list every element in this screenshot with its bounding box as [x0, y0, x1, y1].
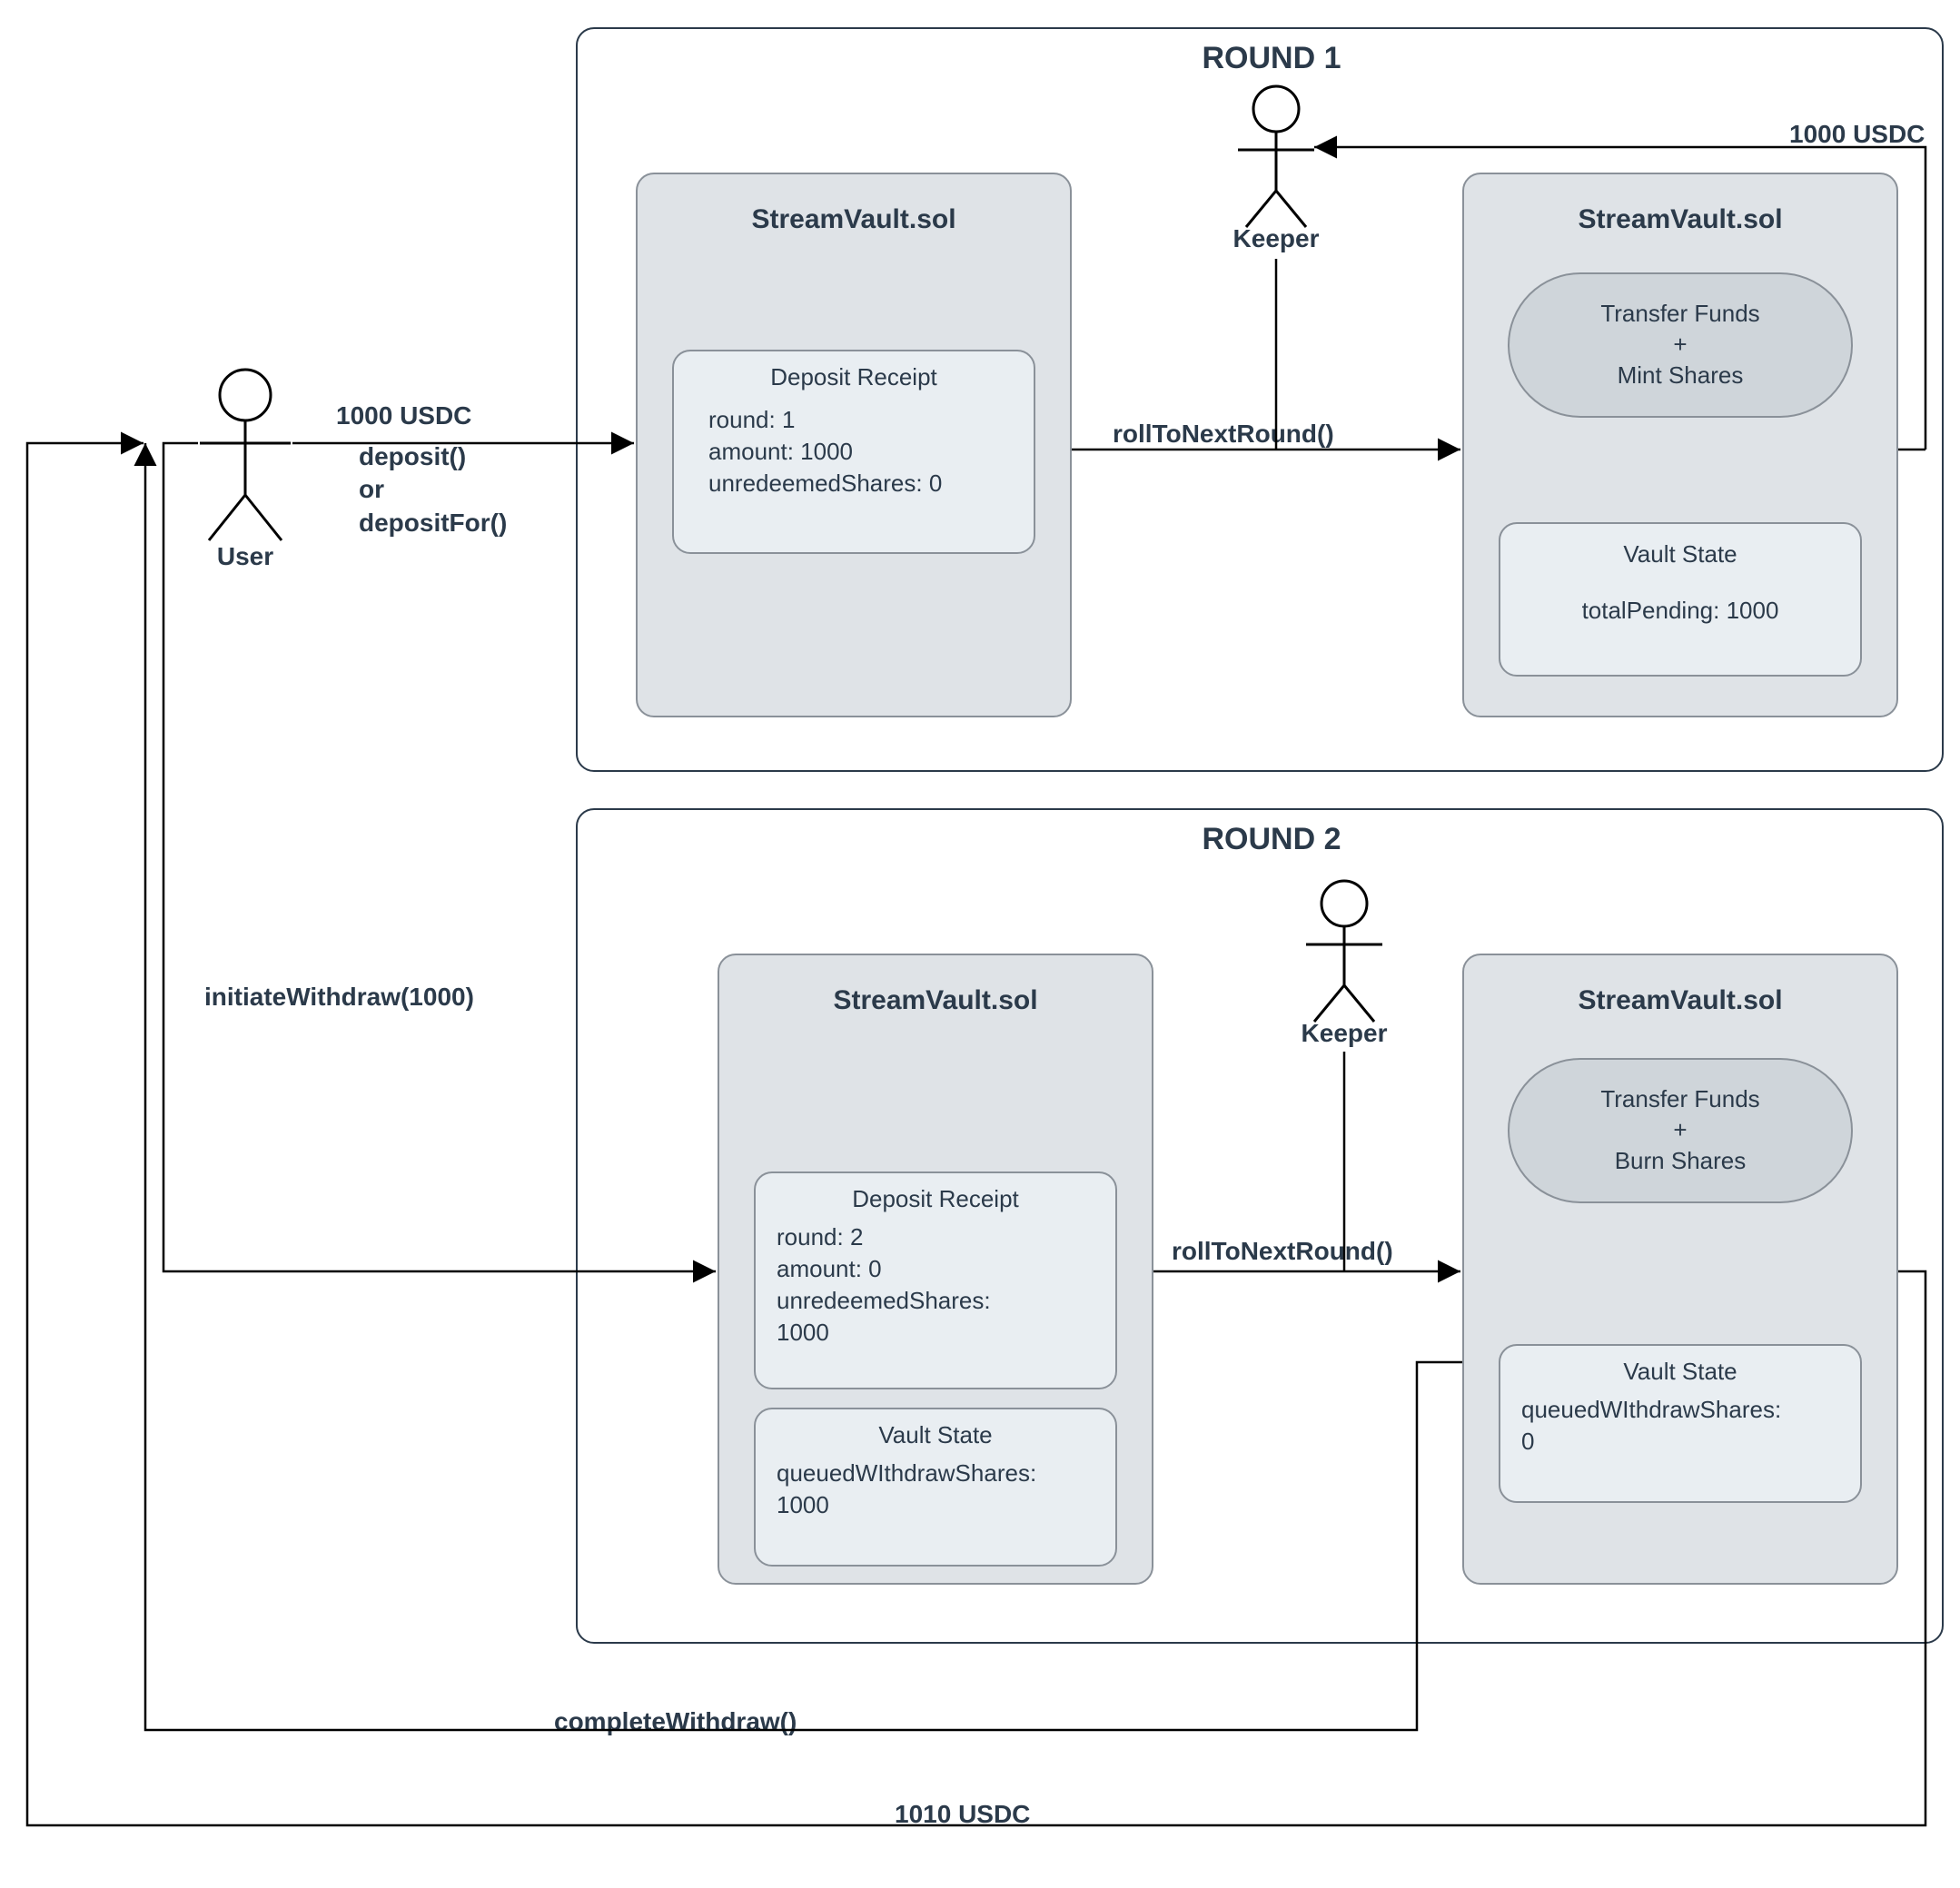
- round2-title: ROUND 2: [1181, 822, 1362, 857]
- r2-left-state-body: queuedWIthdrawShares: 1000: [777, 1458, 1113, 1521]
- roll2-label: rollToNextRound(): [1172, 1235, 1393, 1268]
- r1-receipt-title: Deposit Receipt: [672, 363, 1035, 391]
- keeper1-actor-label: Keeper: [1222, 222, 1331, 255]
- roll1-label: rollToNextRound(): [1113, 418, 1334, 450]
- r2-left-state-title: Vault State: [754, 1421, 1117, 1449]
- keeper2-actor-label: Keeper: [1290, 1017, 1399, 1050]
- user-actor-label: User: [200, 540, 291, 573]
- deposit-amount-label: 1000 USDC: [336, 400, 471, 432]
- r1-state-title: Vault State: [1499, 540, 1862, 568]
- r2-action-pill: Transfer Funds + Burn Shares: [1508, 1058, 1853, 1203]
- return-usdc-label: 1010 USDC: [895, 1798, 1030, 1831]
- r2-left-card-title: StreamVault.sol: [718, 985, 1153, 1016]
- round1-title: ROUND 1: [1181, 41, 1362, 76]
- r2-receipt-title: Deposit Receipt: [754, 1185, 1117, 1213]
- r1-state-body: totalPending: 1000: [1499, 595, 1862, 627]
- r1-left-card-title: StreamVault.sol: [636, 204, 1072, 235]
- diagram-canvas: ROUND 1 StreamVault.sol Deposit Receipt …: [0, 0, 1960, 1888]
- r2-right-state-body: queuedWIthdrawShares: 0: [1521, 1394, 1857, 1458]
- r2-receipt-body: round: 2 amount: 0 unredeemedShares: 100…: [777, 1221, 1113, 1349]
- r1-right-card-title: StreamVault.sol: [1462, 204, 1898, 235]
- r1-receipt-body: round: 1 amount: 1000 unredeemedShares: …: [708, 404, 1035, 499]
- out-usdc-label: 1000 USDC: [1789, 118, 1925, 151]
- deposit-fns-label: deposit() or depositFor(): [359, 440, 507, 539]
- r2-right-card-title: StreamVault.sol: [1462, 985, 1898, 1016]
- initiate-withdraw-label: initiateWithdraw(1000): [204, 981, 474, 1013]
- complete-withdraw-label: completeWithdraw(): [554, 1705, 797, 1738]
- r1-action-pill: Transfer Funds + Mint Shares: [1508, 272, 1853, 418]
- user-actor-icon: [200, 370, 291, 540]
- r2-right-state-title: Vault State: [1499, 1358, 1862, 1386]
